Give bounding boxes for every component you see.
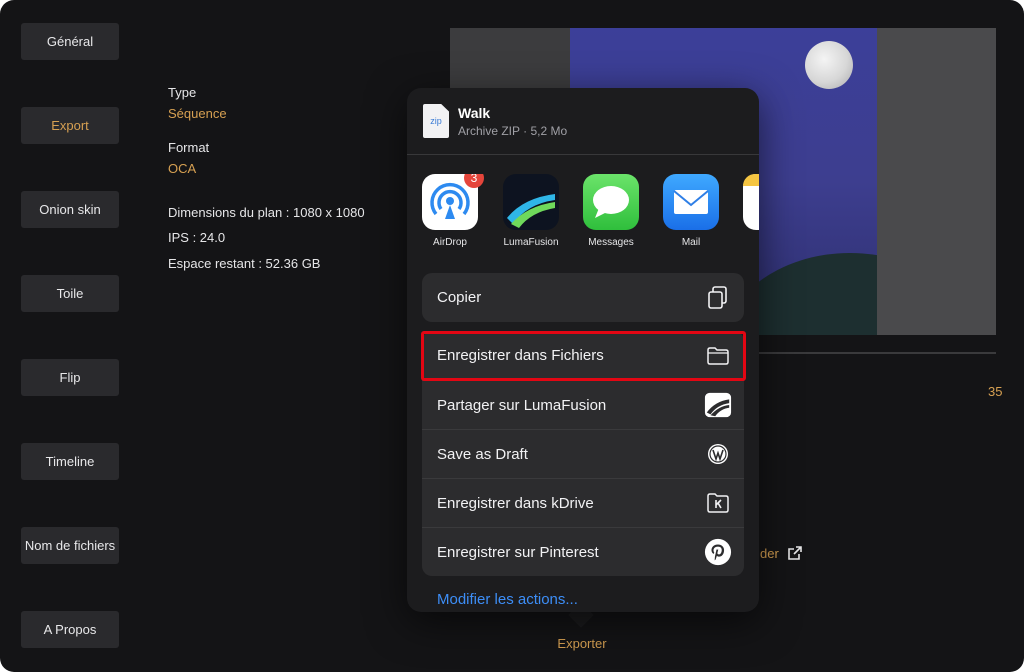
notes-icon [743, 174, 759, 230]
folder-icon [704, 342, 732, 370]
copy-group: Copier [422, 273, 744, 322]
format-label: Format [168, 140, 210, 155]
copy-action[interactable]: Copier [422, 273, 744, 322]
share-sheet-header: zip Walk Archive ZIP · 5,2 Mo [407, 88, 759, 155]
moon-illustration [805, 41, 853, 89]
pinterest-icon [704, 538, 732, 566]
action-label: Enregistrer dans Fichiers [437, 347, 604, 364]
open-folder-link[interactable]: der [760, 546, 779, 561]
app-label: LumaFusion [503, 237, 559, 248]
sidebar-item-toile[interactable]: Toile [21, 275, 119, 312]
sidebar-item-general[interactable]: Général [21, 23, 119, 60]
app-window: Général Export Onion skin Toile Flip Tim… [0, 0, 1024, 672]
file-subtitle: Archive ZIP · 5,2 Mo [458, 124, 568, 138]
fps-text: IPS : 24.0 [168, 230, 226, 245]
action-label: Enregistrer sur Pinterest [437, 543, 599, 561]
lumafusion-icon [704, 391, 732, 419]
messages-icon [583, 174, 639, 230]
sidebar-item-file-names[interactable]: Nom de fichiers [21, 527, 119, 564]
save-to-files-action[interactable]: Enregistrer dans Fichiers [422, 331, 744, 380]
app-label: Messages [588, 237, 634, 248]
action-label: Save as Draft [437, 445, 528, 463]
save-to-kdrive-action[interactable]: Enregistrer dans kDrive [422, 478, 744, 527]
format-value[interactable]: OCA [168, 161, 196, 176]
app-airdrop[interactable]: 3 AirDrop [415, 174, 485, 248]
save-as-draft-action[interactable]: Save as Draft [422, 429, 744, 478]
app-label: N [736, 237, 759, 248]
app-mail[interactable]: Mail [656, 174, 726, 248]
save-to-pinterest-action[interactable]: Enregistrer sur Pinterest [422, 527, 744, 576]
actions-group: Enregistrer dans Fichiers Partager sur L… [422, 331, 744, 576]
action-label: Enregistrer dans kDrive [437, 494, 594, 512]
frame-number: 35 [988, 384, 1003, 399]
type-label: Type [168, 85, 197, 100]
sidebar-item-flip[interactable]: Flip [21, 359, 119, 396]
airdrop-icon: 3 [422, 174, 484, 230]
copy-icon [704, 284, 732, 312]
share-lumafusion-action[interactable]: Partager sur LumaFusion [422, 380, 744, 429]
lumafusion-app-icon [503, 174, 559, 230]
external-link-icon[interactable] [787, 545, 803, 561]
space-text: Espace restant : 52.36 GB [168, 256, 321, 271]
copy-label: Copier [437, 289, 482, 306]
sidebar-item-about[interactable]: A Propos [21, 611, 119, 648]
type-value[interactable]: Séquence [168, 106, 227, 121]
app-notes[interactable]: N [736, 174, 759, 248]
zip-file-icon: zip [423, 104, 449, 138]
app-label: AirDrop [433, 237, 467, 248]
app-label: Mail [681, 237, 701, 248]
sidebar-item-onion-skin[interactable]: Onion skin [21, 191, 119, 228]
app-messages[interactable]: Messages [576, 174, 646, 248]
modify-actions-link[interactable]: Modifier les actions... [437, 591, 578, 608]
timeline-slider[interactable] [756, 352, 996, 354]
share-apps-row: 3 AirDrop LumaFusion Messages Mail [407, 174, 759, 254]
app-lumafusion[interactable]: LumaFusion [496, 174, 566, 248]
notification-badge: 3 [464, 174, 484, 188]
mail-icon [663, 174, 719, 230]
kdrive-icon [704, 489, 732, 517]
wordpress-icon [704, 440, 732, 468]
file-name: Walk [458, 105, 491, 121]
sidebar-item-export[interactable]: Export [21, 107, 119, 144]
zip-icon-label: zip [430, 116, 442, 126]
action-label: Partager sur LumaFusion [437, 396, 607, 414]
share-sheet: zip Walk Archive ZIP · 5,2 Mo 3 AirDrop [407, 88, 759, 612]
dimensions-text: Dimensions du plan : 1080 x 1080 [168, 205, 365, 220]
sidebar-item-timeline[interactable]: Timeline [21, 443, 119, 480]
export-button[interactable]: Exporter [540, 636, 624, 651]
